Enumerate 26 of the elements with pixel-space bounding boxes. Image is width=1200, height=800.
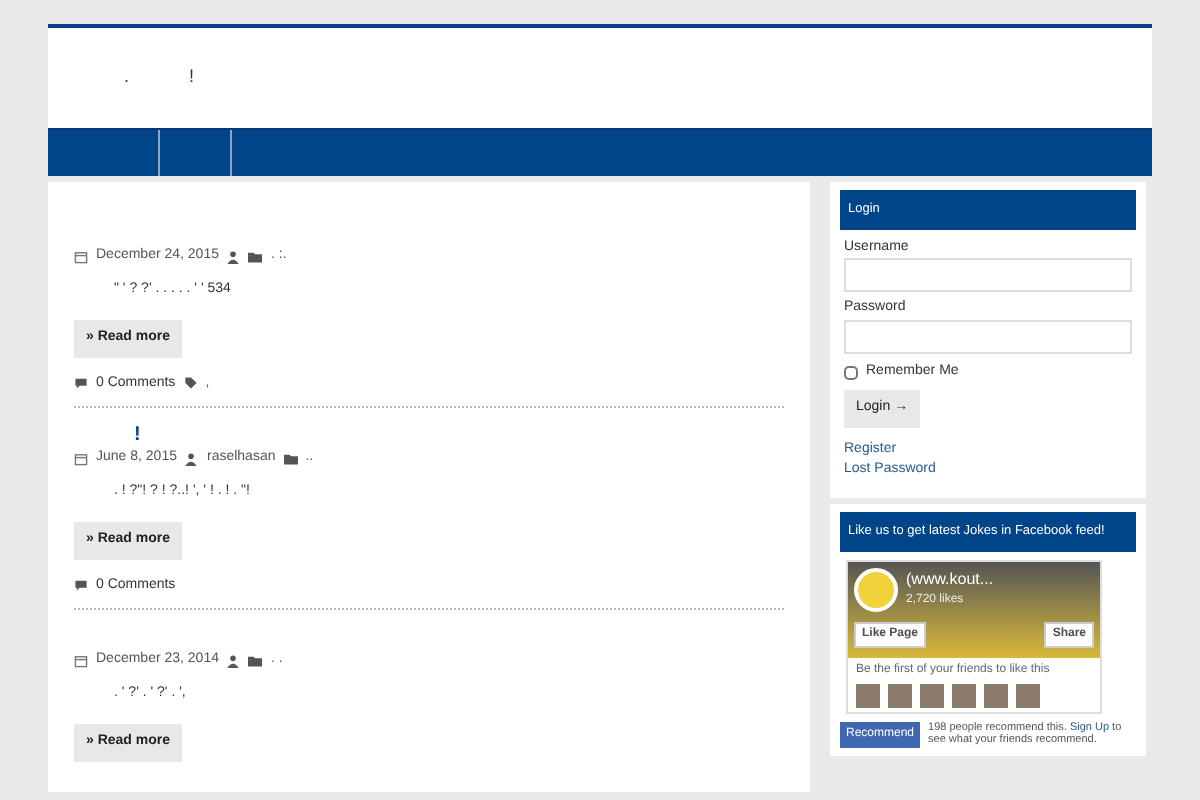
folder-icon (283, 451, 298, 466)
calendar-icon (74, 653, 88, 668)
remember-checkbox[interactable] (844, 365, 858, 379)
user-icon (226, 249, 241, 264)
site-title-mark: . (124, 64, 130, 91)
photo-placeholder (888, 683, 912, 707)
logo-icon (854, 567, 898, 611)
calendar-icon (74, 249, 88, 264)
username-field[interactable] (844, 258, 1132, 293)
photo-placeholder (984, 683, 1008, 707)
user-icon (226, 653, 241, 668)
site-title-mark: ! (189, 64, 195, 91)
photo-placeholder (920, 683, 944, 707)
comment-icon (74, 578, 88, 593)
folder-icon (248, 653, 263, 668)
comment-icon (74, 376, 88, 391)
photo-placeholder (952, 683, 976, 707)
user-icon (184, 451, 199, 466)
calendar-icon (74, 451, 88, 466)
photo-placeholder (856, 683, 880, 707)
password-field[interactable] (844, 319, 1132, 354)
tag-icon (183, 376, 198, 391)
photo-placeholder (1016, 683, 1040, 707)
page-name[interactable]: (www.kout... (906, 567, 994, 591)
folder-icon (248, 249, 263, 264)
post-title[interactable]: ! (134, 424, 141, 446)
